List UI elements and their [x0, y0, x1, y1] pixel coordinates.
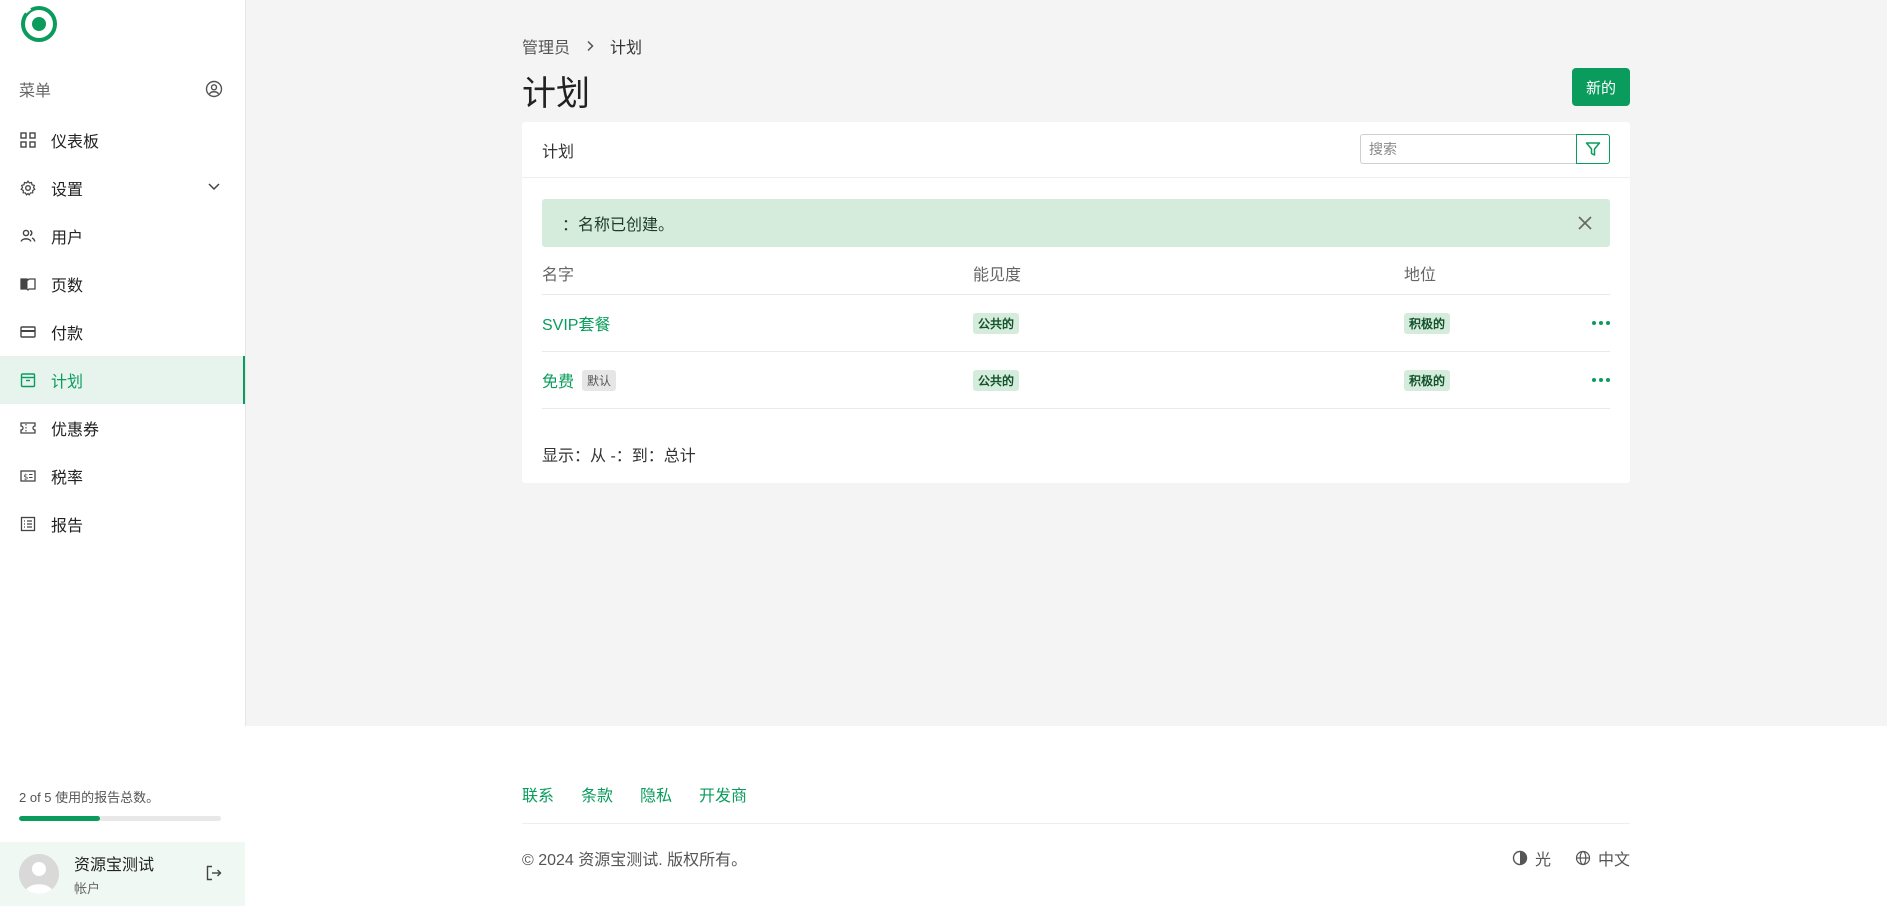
plan-name-link[interactable]: 免费 — [542, 374, 574, 391]
footer-link-terms[interactable]: 条款 — [581, 782, 613, 806]
card-header: 计划 — [522, 122, 1630, 178]
sidebar-nav: 仪表板 设置 用户 页数 付款 计划 优惠券 $ 税率 报告 — [0, 116, 245, 548]
plans-card: 计划 ：名称已创建。 名字 能见度 地位 SVIP套餐 公共的 积极的 免费默认 — [522, 122, 1630, 483]
contrast-icon — [1512, 850, 1528, 866]
users-icon — [19, 227, 37, 245]
footer: 联系 条款 隐私 开发商 © 2024 资源宝测试. 版权所有。 光 中文 — [245, 726, 1887, 906]
footer-divider — [522, 823, 1630, 824]
chevron-right-icon — [584, 40, 596, 52]
sidebar-item-label: 设置 — [51, 182, 84, 199]
menu-header: 菜单 — [19, 78, 223, 100]
usage-text: 2 of 5 使用的报告总数。 — [19, 790, 160, 805]
success-alert: ：名称已创建。 — [542, 199, 1610, 247]
globe-icon — [1575, 850, 1591, 866]
user-name: 资源宝测试 — [74, 857, 155, 874]
more-options-icon[interactable] — [1592, 378, 1610, 382]
language-label: 中文 — [1597, 852, 1630, 869]
plan-box-icon — [19, 371, 37, 389]
breadcrumb: 管理员 计划 — [522, 34, 642, 58]
plan-name-link[interactable]: SVIP套餐 — [542, 317, 610, 334]
breadcrumb-admin-link[interactable]: 管理员 — [522, 34, 570, 58]
pagination-info: 显示：从 -：到：总计 — [542, 448, 696, 465]
sidebar-item-settings[interactable]: 设置 — [0, 164, 245, 212]
user-account[interactable]: 资源宝测试 帐户 — [0, 842, 245, 906]
sidebar-item-label: 仪表板 — [51, 134, 100, 151]
footer-link-privacy[interactable]: 隐私 — [640, 782, 672, 806]
search-input[interactable] — [1360, 134, 1576, 164]
footer-link-contact[interactable]: 联系 — [522, 782, 554, 806]
column-header-status[interactable]: 地位 — [1404, 261, 1584, 285]
sidebar-item-label: 税率 — [51, 470, 84, 487]
visibility-badge: 公共的 — [973, 369, 1020, 391]
avatar — [19, 854, 59, 894]
sidebar-item-dashboard[interactable]: 仪表板 — [0, 116, 245, 164]
svg-text:$: $ — [23, 473, 28, 482]
filter-icon — [1585, 142, 1601, 156]
sidebar-item-reports[interactable]: 报告 — [0, 500, 245, 548]
dashboard-grid-icon — [19, 131, 37, 149]
gear-icon — [19, 179, 37, 197]
theme-label: 光 — [1534, 852, 1551, 869]
column-header-visibility[interactable]: 能见度 — [973, 261, 1404, 285]
sidebar-item-label: 用户 — [51, 230, 84, 247]
language-selector[interactable]: 中文 — [1575, 846, 1630, 870]
sidebar-item-users[interactable]: 用户 — [0, 212, 245, 260]
alert-message: ：名称已创建。 — [562, 217, 675, 234]
user-circle-icon[interactable] — [205, 80, 223, 98]
book-icon — [19, 275, 37, 293]
close-icon[interactable] — [1576, 214, 1594, 237]
report-list-icon — [19, 515, 37, 533]
more-options-icon[interactable] — [1592, 321, 1610, 325]
sidebar-item-label: 计划 — [51, 374, 84, 391]
menu-label: 菜单 — [19, 83, 52, 100]
logo[interactable] — [19, 4, 59, 44]
sidebar-item-coupons[interactable]: 优惠券 — [0, 404, 245, 452]
tax-dollar-icon: $ — [19, 467, 37, 485]
sidebar-item-payments[interactable]: 付款 — [0, 308, 245, 356]
sidebar-item-label: 页数 — [51, 278, 84, 295]
sidebar-item-label: 付款 — [51, 326, 84, 343]
usage-progress-bar — [19, 816, 221, 821]
breadcrumb-current: 计划 — [610, 40, 643, 57]
footer-link-developers[interactable]: 开发商 — [699, 782, 747, 806]
user-role: 帐户 — [74, 881, 101, 896]
sidebar-item-plans[interactable]: 计划 — [0, 356, 245, 404]
sidebar-item-label: 优惠券 — [51, 422, 100, 439]
table-row: SVIP套餐 公共的 积极的 — [542, 295, 1610, 352]
status-badge: 积极的 — [1404, 369, 1451, 391]
avatar-placeholder-icon — [19, 854, 59, 894]
column-header-name[interactable]: 名字 — [542, 261, 973, 285]
usage-progress-fill — [19, 816, 100, 821]
theme-toggle[interactable]: 光 — [1512, 846, 1551, 870]
sidebar-item-tax-rates[interactable]: $ 税率 — [0, 452, 245, 500]
filter-button[interactable] — [1576, 134, 1610, 164]
footer-settings: 光 中文 — [1512, 846, 1630, 870]
copyright: © 2024 资源宝测试. 版权所有。 — [522, 852, 748, 869]
new-plan-button[interactable]: 新的 — [1572, 68, 1630, 106]
default-badge: 默认 — [582, 370, 617, 391]
sidebar-item-label: 报告 — [51, 518, 84, 535]
table-header: 名字 能见度 地位 — [542, 252, 1610, 295]
page-title: 计划 — [522, 75, 590, 113]
visibility-badge: 公共的 — [973, 312, 1020, 334]
logout-icon[interactable] — [205, 864, 223, 887]
sidebar-item-pages[interactable]: 页数 — [0, 260, 245, 308]
footer-links: 联系 条款 隐私 开发商 — [522, 782, 747, 806]
card-title: 计划 — [542, 143, 575, 161]
table-row: 免费 默认 公共的 积极的 — [542, 352, 1610, 409]
plans-table: 名字 能见度 地位 SVIP套餐 公共的 积极的 免费 默认 公共的 积极的 — [542, 252, 1610, 409]
chevron-down-icon — [207, 179, 221, 198]
ticket-icon — [19, 419, 37, 437]
sidebar: 菜单 仪表板 设置 用户 页数 付款 计划 优惠券 $ 税率 报告 2 of 5… — [0, 0, 246, 906]
status-badge: 积极的 — [1404, 312, 1451, 334]
logo-ring-icon — [21, 6, 57, 42]
report-usage: 2 of 5 使用的报告总数。 — [19, 787, 221, 821]
credit-card-icon — [19, 323, 37, 341]
search-group — [1360, 134, 1610, 164]
